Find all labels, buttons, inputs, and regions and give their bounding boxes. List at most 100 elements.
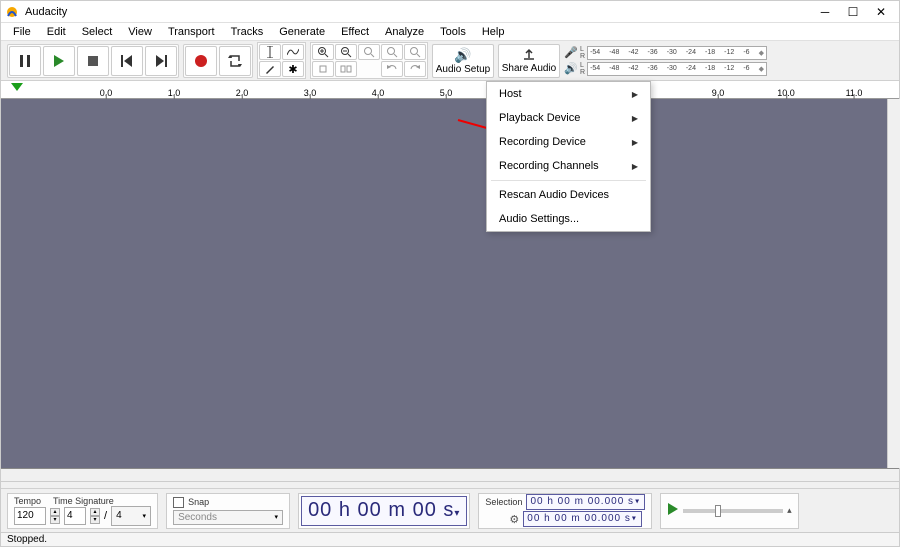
share-icon xyxy=(522,47,536,63)
zoom-out-button[interactable] xyxy=(335,44,357,60)
app-window: Audacity ─ ☐ ✕ File Edit Select View Tra… xyxy=(0,0,900,547)
timesig-num-spinner[interactable]: ▴▾ xyxy=(90,508,100,524)
status-bar: Stopped. xyxy=(1,532,899,546)
dropdown-audio-settings[interactable]: Audio Settings... xyxy=(487,207,650,231)
close-button[interactable]: ✕ xyxy=(867,2,895,22)
audio-setup-button[interactable]: 🔊 Audio Setup xyxy=(432,44,494,78)
lr-label: LR xyxy=(580,46,585,60)
recording-meter[interactable]: -54-48-42-36-30-24-18-12-6◆ xyxy=(587,46,767,60)
fit-project-button[interactable] xyxy=(381,44,403,60)
mic-icon[interactable]: 🎤 xyxy=(564,46,578,60)
selection-end[interactable]: 00 h 00 m 00.000 s▾ xyxy=(523,511,642,527)
title-bar: Audacity ─ ☐ ✕ xyxy=(1,1,899,23)
selection-label: Selection xyxy=(485,497,522,507)
zoom-toggle-button[interactable] xyxy=(404,44,426,60)
skip-end-button[interactable] xyxy=(145,46,177,76)
chevron-right-icon: ▶ xyxy=(632,90,638,99)
app-title: Audacity xyxy=(25,6,67,18)
transport-group xyxy=(7,44,179,78)
menu-tracks[interactable]: Tracks xyxy=(223,24,272,40)
record-group xyxy=(183,44,253,78)
play-button[interactable] xyxy=(43,46,75,76)
minimize-button[interactable]: ─ xyxy=(811,2,839,22)
time-display-panel: 00 h 00 m 00 s▾ xyxy=(298,493,470,529)
draw-tool[interactable] xyxy=(259,61,281,77)
menu-help[interactable]: Help xyxy=(474,24,513,40)
maximize-button[interactable]: ☐ xyxy=(839,2,867,22)
silence-button[interactable] xyxy=(335,61,357,77)
toolbar: ✱ 🔊 Audio Setup Share Audio 🎤 LR xyxy=(1,41,899,81)
dropdown-rescan[interactable]: Rescan Audio Devices xyxy=(487,183,650,207)
record-button[interactable] xyxy=(185,46,217,76)
gear-icon[interactable]: ⚙ xyxy=(509,513,519,526)
menu-generate[interactable]: Generate xyxy=(271,24,333,40)
audio-setup-dropdown: Host▶ Playback Device▶ Recording Device▶… xyxy=(486,81,651,232)
playback-meter[interactable]: -54-48-42-36-30-24-18-12-6◆ xyxy=(587,62,767,76)
redo-button[interactable] xyxy=(404,61,426,77)
dropdown-recording-device[interactable]: Recording Device▶ xyxy=(487,130,650,154)
menu-view[interactable]: View xyxy=(120,24,160,40)
menu-select[interactable]: Select xyxy=(74,24,121,40)
timeline-ruler[interactable]: 0.0 1.0 2.0 3.0 4.0 5.0 9.0 10.0 11.0 xyxy=(1,81,899,99)
snap-label: Snap xyxy=(188,497,209,507)
vertical-scrollbar[interactable] xyxy=(887,99,900,468)
dropdown-host[interactable]: Host▶ xyxy=(487,82,650,106)
window-controls: ─ ☐ ✕ xyxy=(811,2,895,22)
chevron-right-icon: ▶ xyxy=(632,138,638,147)
speaker-icon: 🔊 xyxy=(454,47,471,64)
dropdown-separator xyxy=(491,180,646,181)
loop-button[interactable] xyxy=(219,46,251,76)
pause-button[interactable] xyxy=(9,46,41,76)
share-audio-button[interactable]: Share Audio xyxy=(498,44,560,78)
stop-button[interactable] xyxy=(77,46,109,76)
timesig-num[interactable] xyxy=(64,507,86,525)
skip-start-button[interactable] xyxy=(111,46,143,76)
tools-group: ✱ xyxy=(257,42,306,79)
app-icon xyxy=(5,5,19,19)
play-at-speed-button[interactable] xyxy=(667,503,679,518)
bottom-panels: Tempo Time Signature ▴▾ ▴▾ / 4▾ Snap Sec… xyxy=(1,488,899,532)
zoom-group xyxy=(310,42,428,79)
dropdown-recording-channels[interactable]: Recording Channels▶ xyxy=(487,154,650,178)
multi-tool[interactable]: ✱ xyxy=(282,61,304,77)
time-display[interactable]: 00 h 00 m 00 s▾ xyxy=(301,496,467,526)
tempo-label: Tempo xyxy=(14,496,41,506)
selection-tool[interactable] xyxy=(259,44,281,60)
tempo-spinner[interactable]: ▴▾ xyxy=(50,508,60,524)
timesig-den[interactable]: 4▾ xyxy=(111,506,151,526)
trim-button[interactable] xyxy=(312,61,334,77)
tempo-panel: Tempo Time Signature ▴▾ ▴▾ / 4▾ xyxy=(7,493,158,529)
chevron-right-icon: ▶ xyxy=(632,114,638,123)
selection-start[interactable]: 00 h 00 m 00.000 s▾ xyxy=(526,494,645,510)
fit-selection-button[interactable] xyxy=(358,44,380,60)
speaker-meter-icon[interactable]: 🔊 xyxy=(564,62,578,76)
audio-setup-label: Audio Setup xyxy=(436,64,491,75)
menu-file[interactable]: File xyxy=(5,24,39,40)
menu-bar: File Edit Select View Transport Tracks G… xyxy=(1,23,899,41)
menu-analyze[interactable]: Analyze xyxy=(377,24,432,40)
snap-checkbox[interactable] xyxy=(173,497,184,508)
undo-button[interactable] xyxy=(381,61,403,77)
status-text: Stopped. xyxy=(7,534,47,545)
menu-edit[interactable]: Edit xyxy=(39,24,74,40)
menu-tools[interactable]: Tools xyxy=(432,24,474,40)
snap-panel: Snap Seconds▾ xyxy=(166,493,290,529)
play-speed-slider[interactable] xyxy=(683,509,783,513)
play-speed-panel: ▴ xyxy=(660,493,799,529)
meters-group: 🎤 LR -54-48-42-36-30-24-18-12-6◆ 🔊 LR -5… xyxy=(564,46,767,76)
lr-label-2: LR xyxy=(580,62,585,76)
dropdown-playback-device[interactable]: Playback Device▶ xyxy=(487,106,650,130)
selection-panel: Selection 00 h 00 m 00.000 s▾ ⚙ 00 h 00 … xyxy=(478,493,652,529)
playhead-icon[interactable] xyxy=(11,83,23,91)
chevron-right-icon: ▶ xyxy=(632,162,638,171)
zoom-in-button[interactable] xyxy=(312,44,334,60)
timesig-label: Time Signature xyxy=(53,496,114,506)
menu-transport[interactable]: Transport xyxy=(160,24,223,40)
tracks-area[interactable] xyxy=(1,99,899,469)
envelope-tool[interactable] xyxy=(282,44,304,60)
horizontal-scrollbar[interactable] xyxy=(1,469,899,482)
share-audio-label: Share Audio xyxy=(502,63,557,74)
menu-effect[interactable]: Effect xyxy=(333,24,377,40)
tempo-input[interactable] xyxy=(14,507,46,525)
snap-unit-select[interactable]: Seconds▾ xyxy=(173,510,283,525)
